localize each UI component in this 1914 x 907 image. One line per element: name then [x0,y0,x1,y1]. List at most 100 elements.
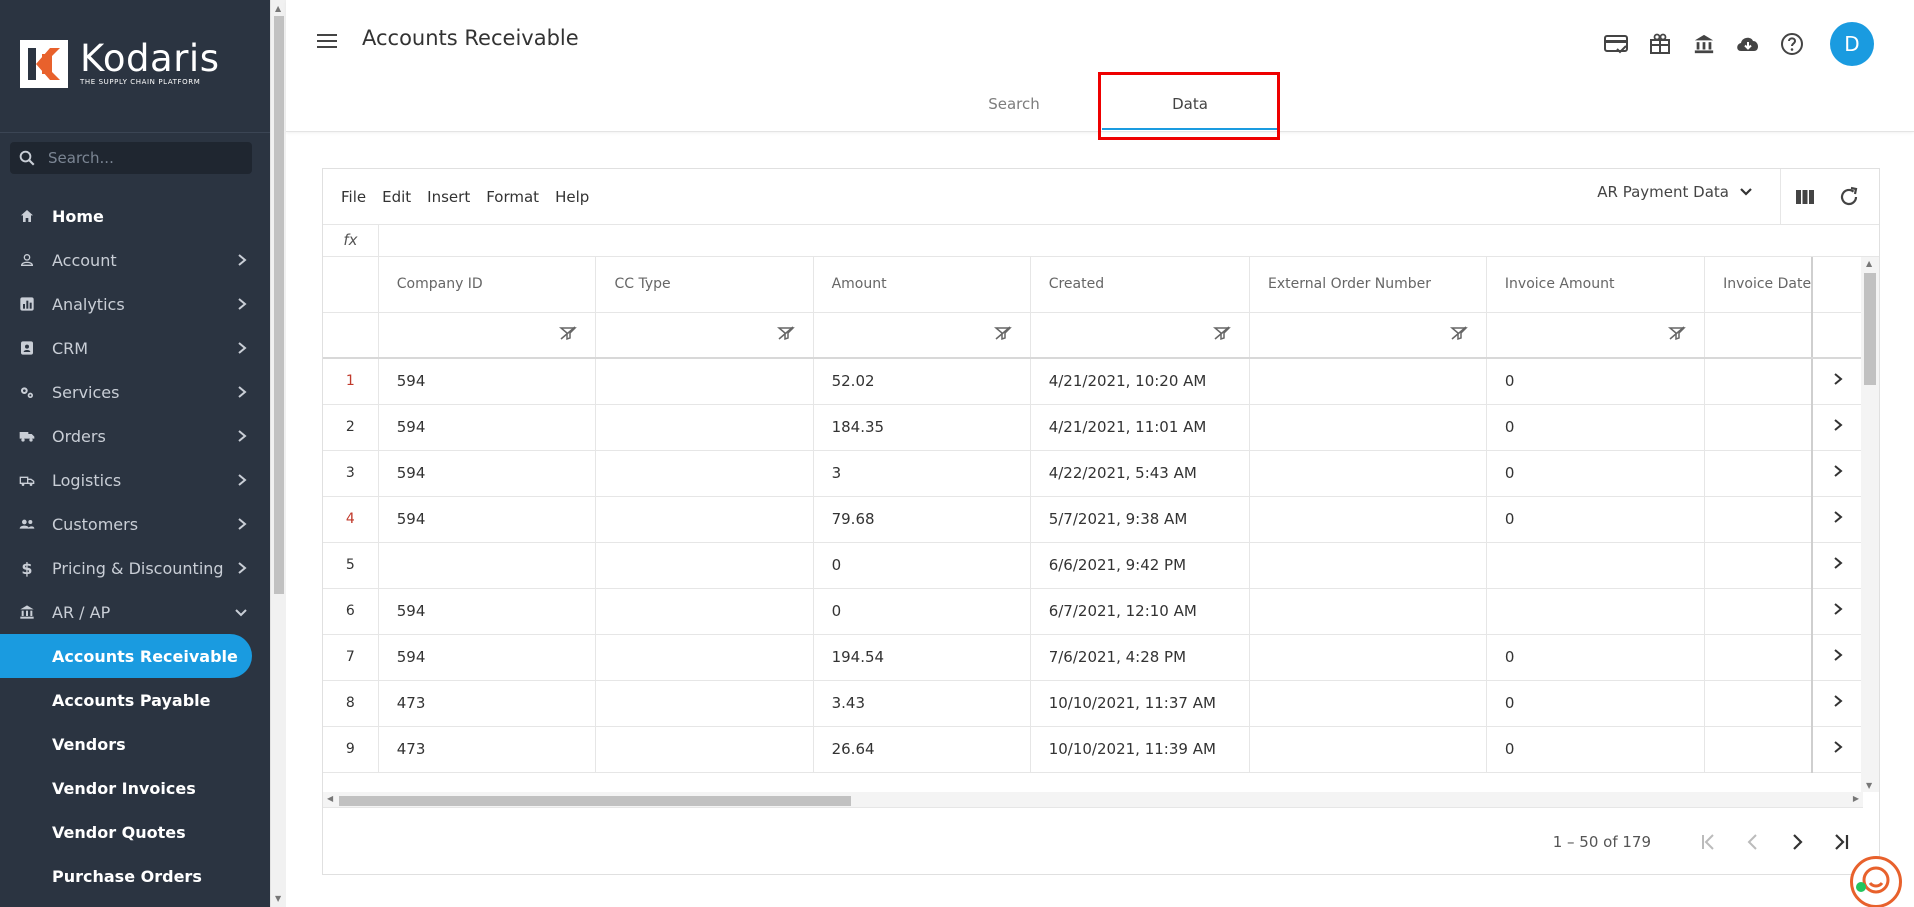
sidebar-item-orders[interactable]: Orders [0,414,270,458]
dataset-select[interactable]: AR Payment Data [1597,183,1753,201]
column-header-company-id[interactable]: Company ID [378,257,597,313]
cell-cc-type[interactable] [595,680,814,727]
cell-invoice-date[interactable] [1704,404,1813,451]
cell-amount[interactable]: 194.54 [813,634,1031,681]
cell-amount[interactable]: 3 [813,450,1031,497]
menu-insert[interactable]: Insert [427,188,470,206]
row-open-action[interactable] [1811,404,1863,451]
gift-icon[interactable] [1646,30,1674,58]
cell-invoice-amount[interactable]: 0 [1486,450,1706,497]
cell-company-id[interactable]: 594 [378,496,597,543]
cell-cc-type[interactable] [595,496,814,543]
cell-company-id[interactable]: 594 [378,358,597,405]
chevron-right-icon[interactable] [1832,556,1844,570]
cell-created[interactable]: 4/22/2021, 5:43 AM [1030,450,1251,497]
column-header-amount[interactable]: Amount [813,257,1031,313]
cell-invoice-date[interactable] [1704,450,1813,497]
filter-off-icon[interactable] [1668,325,1686,341]
sidebar-item-analytics[interactable]: Analytics [0,282,270,326]
columns-icon[interactable] [1793,185,1817,209]
column-header-invoice-amount[interactable]: Invoice Amount [1486,257,1706,313]
bank-icon[interactable] [1690,30,1718,58]
cell-company-id[interactable]: 594 [378,404,597,451]
menu-help[interactable]: Help [555,188,589,206]
cell-invoice-date[interactable] [1704,588,1813,635]
scroll-up-arrow-icon[interactable]: ▲ [275,4,281,13]
table-row[interactable]: 2 594 184.35 4/21/2021, 11:01 AM 0 [323,404,1863,451]
scroll-up-arrow-icon[interactable]: ▲ [1866,259,1872,268]
table-row[interactable]: 7 594 194.54 7/6/2021, 4:28 PM 0 [323,634,1863,681]
filter-cell[interactable] [1486,312,1706,359]
cell-external-order-number[interactable] [1249,588,1487,635]
column-header-cc-type[interactable]: CC Type [595,257,814,313]
cell-created[interactable]: 4/21/2021, 11:01 AM [1030,404,1251,451]
cell-external-order-number[interactable] [1249,726,1487,773]
cell-created[interactable]: 10/10/2021, 11:39 AM [1030,726,1251,773]
chat-bubble-icon[interactable] [1850,856,1902,907]
column-header-external-order-number[interactable]: External Order Number [1249,257,1487,313]
chevron-right-icon[interactable] [1832,648,1844,662]
cell-cc-type[interactable] [595,542,814,589]
cell-invoice-date[interactable] [1704,542,1813,589]
cell-cc-type[interactable] [595,588,814,635]
cell-amount[interactable]: 184.35 [813,404,1031,451]
filter-cell[interactable] [595,312,814,359]
table-row[interactable]: 6 594 0 6/7/2021, 12:10 AM [323,588,1863,635]
tab-search[interactable]: Search [926,76,1102,132]
cell-invoice-amount[interactable]: 0 [1486,680,1706,727]
cell-created[interactable]: 6/6/2021, 9:42 PM [1030,542,1251,589]
scroll-left-arrow-icon[interactable]: ◀ [327,794,333,803]
first-page-icon[interactable] [1697,830,1721,854]
table-row[interactable]: 5 0 6/6/2021, 9:42 PM [323,542,1863,589]
cell-invoice-amount[interactable] [1486,588,1706,635]
row-open-action[interactable] [1811,542,1863,589]
filter-cell[interactable] [1030,312,1251,359]
cell-company-id[interactable]: 473 [378,680,597,727]
cell-created[interactable]: 4/21/2021, 10:20 AM [1030,358,1251,405]
cell-amount[interactable]: 26.64 [813,726,1031,773]
row-open-action[interactable] [1811,680,1863,727]
formula-bar[interactable]: fx [323,224,1879,257]
sidebar-scrollbar[interactable]: ▲ ▼ [270,0,286,907]
cell-invoice-date[interactable] [1704,680,1813,727]
cell-invoice-amount[interactable] [1486,542,1706,589]
cloud-download-icon[interactable] [1734,30,1762,58]
column-header-created[interactable]: Created [1030,257,1251,313]
column-header-invoice-date[interactable]: Invoice Date [1704,257,1813,313]
row-open-action[interactable] [1811,496,1863,543]
sidebar-subitem-vendors[interactable]: Vendors [0,722,270,766]
chevron-right-icon[interactable] [1832,740,1844,754]
help-icon[interactable] [1778,30,1806,58]
filter-off-icon[interactable] [1449,325,1468,341]
chevron-right-icon[interactable] [1832,694,1844,708]
menu-format[interactable]: Format [486,188,539,206]
sidebar-scrollbar-thumb[interactable] [274,16,284,594]
row-open-action[interactable] [1811,634,1863,681]
chevron-right-icon[interactable] [1832,372,1844,386]
sidebar-item-services[interactable]: Services [0,370,270,414]
cell-invoice-amount[interactable]: 0 [1486,496,1706,543]
sidebar-item-account[interactable]: Account [0,238,270,282]
chevron-right-icon[interactable] [1832,464,1844,478]
cell-cc-type[interactable] [595,726,814,773]
cell-amount[interactable]: 79.68 [813,496,1031,543]
filter-off-icon[interactable] [776,325,795,341]
cell-external-order-number[interactable] [1249,496,1487,543]
cell-invoice-amount[interactable]: 0 [1486,634,1706,681]
cell-created[interactable]: 5/7/2021, 9:38 AM [1030,496,1251,543]
cell-amount[interactable]: 0 [813,588,1031,635]
cell-invoice-amount[interactable]: 0 [1486,404,1706,451]
cell-company-id[interactable]: 473 [378,726,597,773]
filter-cell[interactable] [813,312,1031,359]
sidebar-subitem-vendor-quotes[interactable]: Vendor Quotes [0,810,270,854]
previous-page-icon[interactable] [1741,830,1765,854]
cell-invoice-date[interactable] [1704,726,1813,773]
cell-created[interactable]: 7/6/2021, 4:28 PM [1030,634,1251,681]
row-open-action[interactable] [1811,726,1863,773]
filter-off-icon[interactable] [993,325,1012,341]
table-row[interactable]: 3 594 3 4/22/2021, 5:43 AM 0 [323,450,1863,497]
row-open-action[interactable] [1811,358,1863,405]
sidebar-search-input[interactable] [48,149,238,167]
row-open-action[interactable] [1811,588,1863,635]
filter-cell[interactable] [1249,312,1487,359]
